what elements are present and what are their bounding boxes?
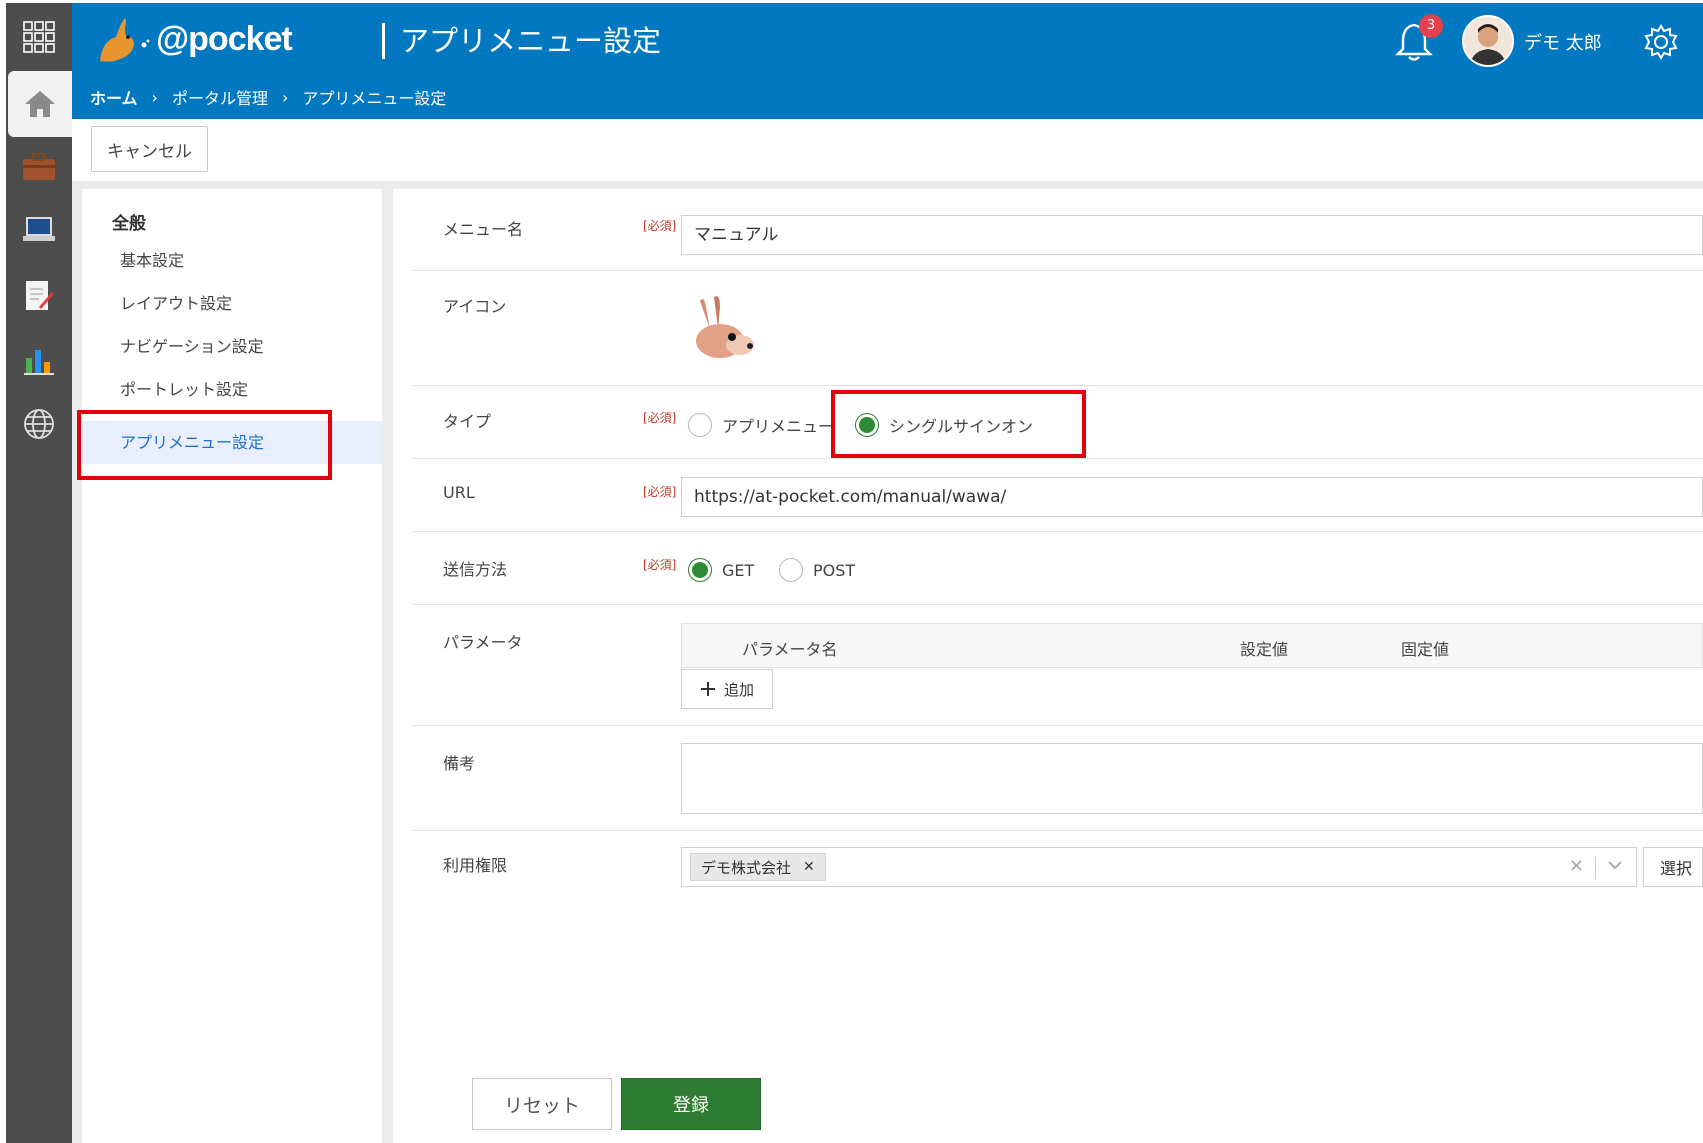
laptop-icon[interactable]: [6, 197, 72, 263]
app-rail: [6, 3, 72, 1143]
app-grid-icon[interactable]: [6, 3, 72, 71]
note-label: 備考: [443, 754, 476, 773]
required-tag: [必須]: [643, 411, 677, 425]
breadcrumb-separator: ›: [281, 87, 289, 107]
page-title: アプリメニュー設定: [400, 24, 662, 58]
sidenav-item-portlet[interactable]: ポートレット設定: [82, 368, 382, 411]
user-avatar[interactable]: [1462, 15, 1514, 67]
breadcrumb: ホーム › ポータル管理 › アプリメニュー設定: [90, 85, 446, 109]
submit-button[interactable]: 登録: [621, 1078, 761, 1130]
radio-button[interactable]: [779, 558, 803, 582]
sidenav-item-layout[interactable]: レイアウト設定: [82, 282, 382, 325]
type-radio-app-menu[interactable]: アプリメニュー: [688, 413, 834, 437]
icon-label: アイコン: [443, 297, 507, 316]
method-label: 送信方法: [443, 560, 508, 579]
column-fixed-value: 固定値: [1401, 640, 1450, 659]
user-name[interactable]: デモ 太郎: [1524, 29, 1602, 55]
reset-button[interactable]: リセット: [472, 1078, 612, 1130]
column-param-name: パラメータ名: [742, 640, 838, 659]
form-panel: メニュー名 [必須] マニュアル アイコン タイプ [必須] アプリメニュー シ…: [393, 189, 1703, 1143]
add-parameter-label: 追加: [723, 680, 754, 699]
app-logo[interactable]: @pocket: [90, 9, 293, 69]
kangaroo-icon[interactable]: [686, 293, 758, 369]
method-radio-post[interactable]: POST: [779, 558, 855, 582]
logo-text: @pocket: [156, 19, 293, 58]
permission-select[interactable]: デモ株式会社 ✕ ✕: [681, 847, 1637, 887]
method-option-post-label: POST: [813, 560, 856, 580]
briefcase-icon[interactable]: [6, 134, 72, 200]
globe-icon[interactable]: [6, 391, 72, 457]
document-edit-icon[interactable]: [6, 263, 72, 329]
remove-tag-icon[interactable]: ✕: [803, 859, 815, 875]
highlight-box-sidenav: [77, 410, 332, 480]
app-header: @pocket アプリメニュー設定 ホーム › ポータル管理 › アプリメニュー…: [72, 3, 1703, 119]
parameters-label: パラメータ: [443, 633, 523, 652]
parameters-table: パラメータ名 設定値 固定値: [681, 623, 1703, 668]
required-tag: [必須]: [643, 485, 677, 499]
sidenav-group-title: 全般: [112, 214, 146, 234]
radio-button[interactable]: [688, 413, 712, 437]
menu-name-input[interactable]: マニュアル: [681, 215, 1703, 255]
method-radio-get[interactable]: GET: [688, 558, 754, 582]
title-divider: [382, 23, 385, 59]
sidenav-item-basic[interactable]: 基本設定: [82, 239, 382, 282]
permission-tag: デモ株式会社 ✕: [690, 853, 826, 881]
clear-selection-icon[interactable]: ✕: [1569, 856, 1584, 877]
home-icon[interactable]: [8, 71, 72, 137]
required-tag: [必須]: [643, 219, 677, 233]
notification-count-badge: 3: [1419, 14, 1443, 38]
url-label: URL: [443, 483, 475, 502]
breadcrumb-current: アプリメニュー設定: [302, 89, 447, 108]
method-option-get-label: GET: [722, 560, 755, 580]
breadcrumb-portal-admin[interactable]: ポータル管理: [172, 85, 268, 109]
plus-icon: [700, 682, 715, 696]
column-setting-value: 設定値: [1240, 640, 1289, 659]
permission-tag-label: デモ株式会社: [701, 858, 792, 877]
breadcrumb-home[interactable]: ホーム: [90, 85, 138, 109]
required-tag: [必須]: [643, 558, 677, 572]
highlight-box-type: [831, 390, 1086, 458]
type-option-app-menu-label: アプリメニュー: [722, 417, 835, 436]
select-divider: [1595, 857, 1596, 879]
note-textarea[interactable]: [681, 743, 1703, 814]
permission-label: 利用権限: [443, 856, 508, 875]
action-toolbar: [72, 119, 1703, 181]
row-icon: アイコン: [413, 271, 1703, 386]
settings-gear-icon[interactable]: [1642, 23, 1680, 61]
settings-sidenav: 全般 基本設定 レイアウト設定 ナビゲーション設定 ポートレット設定 アプリメニ…: [82, 189, 382, 1143]
add-parameter-button[interactable]: 追加: [681, 669, 773, 709]
url-input[interactable]: https://at-pocket.com/manual/wawa/: [681, 477, 1703, 517]
breadcrumb-separator: ›: [151, 87, 158, 107]
radio-button-selected[interactable]: [688, 558, 712, 582]
bar-chart-icon[interactable]: [6, 328, 72, 394]
chevron-down-icon[interactable]: [1606, 856, 1624, 878]
sidenav-item-navigation[interactable]: ナビゲーション設定: [82, 325, 382, 368]
type-label: タイプ: [443, 412, 492, 431]
kangaroo-logo-icon: [100, 18, 150, 62]
menu-name-label: メニュー名: [443, 220, 524, 239]
parameters-table-header: パラメータ名 設定値 固定値: [681, 623, 1703, 668]
row-method: 送信方法 [必須]: [413, 532, 1703, 605]
cancel-button[interactable]: キャンセル: [91, 126, 208, 172]
select-button[interactable]: 選択: [1643, 847, 1703, 887]
toolbar-divider: [72, 181, 1703, 189]
